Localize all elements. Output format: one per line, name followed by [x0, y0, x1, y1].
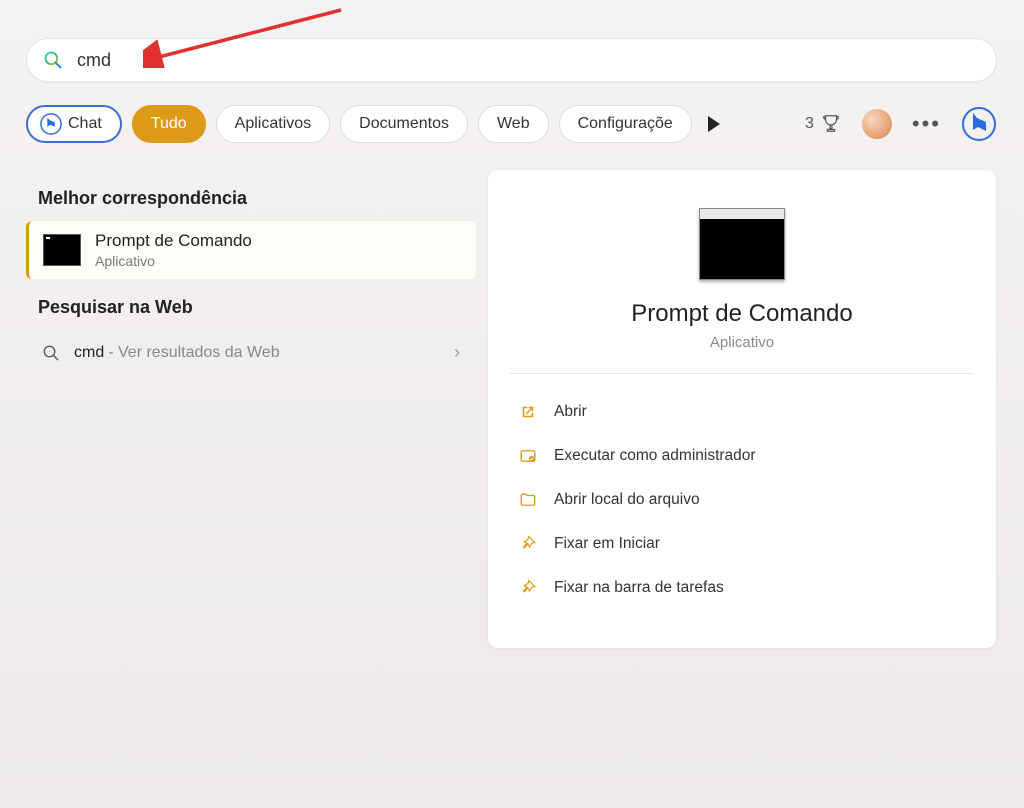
tab-web-label: Web	[497, 115, 530, 133]
search-icon	[43, 50, 63, 70]
best-match-subtitle: Aplicativo	[95, 253, 252, 269]
tab-chat-label: Chat	[68, 115, 102, 133]
pin-icon	[518, 578, 538, 598]
action-label: Executar como administrador	[554, 447, 756, 465]
web-search-suffix: - Ver resultados da Web	[108, 344, 279, 362]
avatar[interactable]	[862, 109, 892, 139]
web-search-item[interactable]: cmd - Ver resultados da Web ›	[26, 330, 476, 375]
results-pane: Melhor correspondência Prompt de Comando…	[26, 170, 476, 375]
action-pin-start[interactable]: Fixar em Iniciar	[510, 524, 974, 564]
divider	[510, 373, 974, 374]
tab-all[interactable]: Tudo	[132, 105, 206, 143]
tab-docs-label: Documentos	[359, 115, 449, 133]
filter-row: Chat Tudo Aplicativos Documentos Web Con…	[26, 103, 997, 145]
trophy-icon	[820, 113, 842, 135]
best-match-title: Prompt de Comando	[95, 231, 252, 251]
more-menu-icon[interactable]: •••	[912, 111, 941, 137]
tab-settings-label: Configuraçõe	[578, 115, 673, 133]
tab-chat[interactable]: Chat	[26, 105, 122, 143]
chevron-right-icon: ›	[454, 342, 460, 363]
tab-docs[interactable]: Documentos	[340, 105, 468, 143]
tab-apps-label: Aplicativos	[235, 115, 311, 133]
action-label: Abrir local do arquivo	[554, 491, 700, 509]
tab-web[interactable]: Web	[478, 105, 549, 143]
best-match-item[interactable]: Prompt de Comando Aplicativo	[26, 221, 476, 279]
folder-icon	[518, 490, 538, 510]
action-pin-taskbar[interactable]: Fixar na barra de tarefas	[510, 568, 974, 608]
search-icon	[42, 344, 60, 362]
cmd-app-icon	[43, 234, 81, 266]
tab-all-label: Tudo	[151, 115, 187, 133]
detail-title: Prompt de Comando	[510, 300, 974, 328]
web-search-header: Pesquisar na Web	[38, 297, 464, 318]
action-run-admin[interactable]: Executar como administrador	[510, 436, 974, 476]
tabs-more-arrow-icon[interactable]	[708, 116, 720, 132]
action-list: Abrir Executar como administrador Abrir …	[510, 392, 974, 608]
bing-chat-icon	[40, 113, 62, 135]
action-label: Abrir	[554, 403, 587, 421]
detail-pane: Prompt de Comando Aplicativo Abrir Execu…	[488, 170, 996, 648]
open-icon	[518, 402, 538, 422]
best-match-header: Melhor correspondência	[38, 188, 464, 209]
action-open[interactable]: Abrir	[510, 392, 974, 432]
web-search-query: cmd	[74, 344, 104, 362]
search-bar[interactable]	[26, 38, 997, 82]
action-label: Fixar na barra de tarefas	[554, 579, 724, 597]
cmd-hero-icon	[699, 208, 785, 280]
rewards-badge[interactable]: 3	[805, 113, 842, 135]
tab-settings[interactable]: Configuraçõe	[559, 105, 692, 143]
search-input[interactable]	[77, 50, 980, 71]
action-label: Fixar em Iniciar	[554, 535, 660, 553]
pin-icon	[518, 534, 538, 554]
detail-subtitle: Aplicativo	[510, 334, 974, 351]
bing-icon[interactable]	[961, 106, 997, 142]
tab-apps[interactable]: Aplicativos	[216, 105, 330, 143]
rewards-count: 3	[805, 115, 814, 133]
admin-icon	[518, 446, 538, 466]
action-open-location[interactable]: Abrir local do arquivo	[510, 480, 974, 520]
